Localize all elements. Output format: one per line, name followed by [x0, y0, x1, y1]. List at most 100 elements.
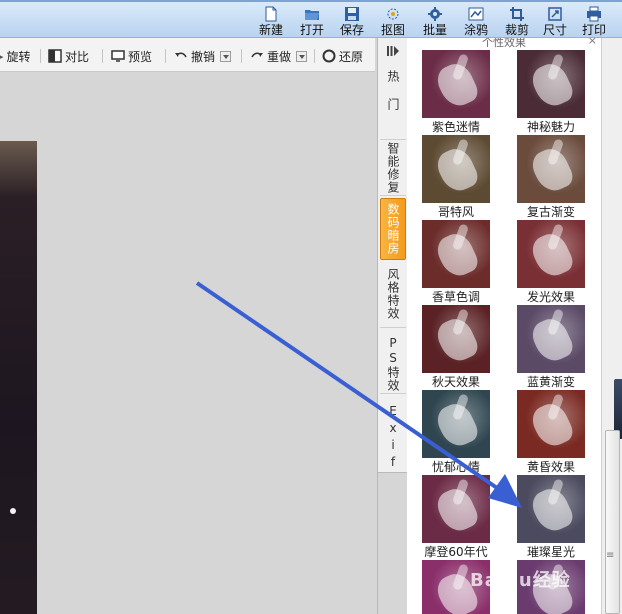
tab-popular[interactable]: 热门	[380, 64, 406, 140]
cutout-button[interactable]: 抠图	[375, 5, 411, 37]
restore-button[interactable]: 还原	[322, 47, 363, 65]
doodle-button[interactable]: 涂鸦	[458, 5, 494, 37]
compare-label: 对比	[65, 49, 90, 64]
rotate-button[interactable]: ▸ 旋转	[0, 47, 31, 65]
separator	[165, 49, 166, 63]
crop-icon	[510, 7, 524, 21]
effect-label: 香草色调	[431, 290, 480, 304]
effect-label: 璀璨星光	[526, 545, 575, 559]
separator	[102, 49, 103, 63]
open-label: 打开	[299, 23, 324, 37]
category-tabs: 热门 智能修复 数码暗房 风格特效 PS特效 Exif	[377, 38, 408, 614]
resize-button[interactable]: 尺寸	[537, 5, 573, 37]
effect-thumbnail	[422, 475, 490, 543]
effect-label: 秋天效果	[431, 375, 480, 389]
effect-item[interactable]: 紫色迷情	[416, 50, 496, 134]
window-edge	[0, 0, 622, 2]
scroll-grip-icon: ≡	[606, 550, 615, 561]
separator	[314, 49, 315, 63]
folder-icon	[305, 10, 319, 20]
effects-scrollbar[interactable]: ≡	[601, 38, 622, 614]
main-toolbar: 新建 打开 保存 抠图 批量 涂鸦 裁剪 尺寸 打印	[0, 0, 622, 38]
effect-item[interactable]: 摩登60年代	[416, 475, 496, 559]
effect-thumbnail	[517, 390, 585, 458]
effect-label: 忧郁心情	[431, 460, 480, 474]
open-button[interactable]: 打开	[294, 5, 330, 37]
separator	[241, 49, 242, 63]
restore-label: 还原	[339, 49, 364, 64]
effect-label: 黄昏效果	[526, 460, 575, 474]
rotate-icon: ▸	[0, 49, 4, 63]
effect-thumbnail	[517, 305, 585, 373]
collapse-panel-button[interactable]	[378, 40, 408, 62]
cutout-label: 抠图	[380, 23, 405, 37]
effect-label: 摩登60年代	[424, 545, 488, 559]
effect-item[interactable]: 璀璨星光	[511, 475, 591, 559]
print-label: 打印	[581, 23, 606, 37]
tab-style-effects-label: 风格特效	[386, 268, 400, 320]
effect-item[interactable]: 蓝黄渐变	[511, 305, 591, 389]
effect-thumbnail	[422, 305, 490, 373]
tab-ps-effects[interactable]: PS特效	[380, 330, 406, 394]
panel-close-button[interactable]: ×	[588, 38, 597, 47]
tab-digital-darkroom[interactable]: 数码暗房	[380, 198, 406, 260]
effect-thumbnail	[422, 390, 490, 458]
image-canvas[interactable]	[0, 72, 377, 614]
tab-style-effects[interactable]: 风格特效	[380, 262, 406, 328]
tab-exif[interactable]: Exif	[380, 396, 406, 472]
effect-item[interactable]: 哥特风	[416, 135, 496, 219]
effect-item[interactable]: 忧郁心情	[416, 390, 496, 474]
effect-thumbnail	[517, 220, 585, 288]
new-button[interactable]: 新建	[253, 5, 289, 37]
effect-thumbnail	[517, 475, 585, 543]
photo-preview	[0, 141, 37, 614]
batch-button[interactable]: 批量	[417, 5, 453, 37]
compare-button[interactable]: 对比	[48, 47, 89, 65]
resize-icon	[548, 7, 562, 21]
redo-dropdown[interactable]	[296, 50, 308, 62]
effect-item[interactable]: 发光效果	[511, 220, 591, 304]
print-button[interactable]: 打印	[576, 5, 612, 37]
separator	[40, 49, 41, 63]
effects-panel: 个性效果 × 紫色迷情 神秘魅力哥特风 复古渐变香草色调 发光效果秋天效果 蓝黄渐变忧郁…	[407, 38, 601, 614]
new-file-icon	[265, 6, 277, 22]
doodle-label: 涂鸦	[463, 23, 488, 37]
undo-button[interactable]: 撤销	[174, 47, 232, 65]
effect-item[interactable]: 复古渐变	[511, 135, 591, 219]
effect-item[interactable]: 神秘魅力	[511, 50, 591, 134]
tab-exif-label: Exif	[386, 404, 400, 472]
effect-label: 发光效果	[526, 290, 575, 304]
effect-item[interactable]: 秋天效果	[416, 305, 496, 389]
preview-button[interactable]: 预览	[111, 47, 152, 65]
compare-icon	[48, 49, 62, 63]
undo-label: 撤销	[191, 49, 216, 64]
effect-item[interactable]: 黄昏效果	[511, 390, 591, 474]
panel-title: 个性效果	[482, 38, 526, 49]
save-label: 保存	[339, 23, 364, 37]
effect-item[interactable]: 香草色调	[416, 220, 496, 304]
tab-smart-repair[interactable]: 智能修复	[380, 140, 406, 196]
effect-thumbnail	[422, 220, 490, 288]
edit-toolbar: ▸ 旋转 对比 预览 撤销 重做 还原	[0, 38, 375, 72]
scrollbar-thumb[interactable]	[605, 430, 620, 614]
effect-label: 蓝黄渐变	[526, 375, 575, 389]
redo-icon	[251, 52, 263, 58]
tab-ps-effects-label: PS特效	[386, 336, 400, 392]
doodle-icon	[468, 7, 484, 21]
crop-button[interactable]: 裁剪	[499, 5, 535, 37]
tabs-filler	[378, 472, 408, 614]
effect-label: 哥特风	[437, 205, 474, 219]
rotate-label: 旋转	[6, 49, 31, 64]
cutout-icon	[387, 8, 399, 20]
tab-smart-repair-label: 智能修复	[386, 142, 400, 194]
effect-thumbnail	[422, 135, 490, 203]
save-button[interactable]: 保存	[334, 5, 370, 37]
effect-thumbnail	[422, 50, 490, 118]
batch-label: 批量	[422, 23, 447, 37]
printer-icon	[587, 6, 601, 22]
circle-icon	[322, 49, 336, 63]
redo-button[interactable]: 重做	[250, 47, 308, 65]
redo-label: 重做	[267, 49, 292, 64]
undo-dropdown[interactable]	[220, 50, 232, 62]
resize-label: 尺寸	[542, 23, 567, 37]
